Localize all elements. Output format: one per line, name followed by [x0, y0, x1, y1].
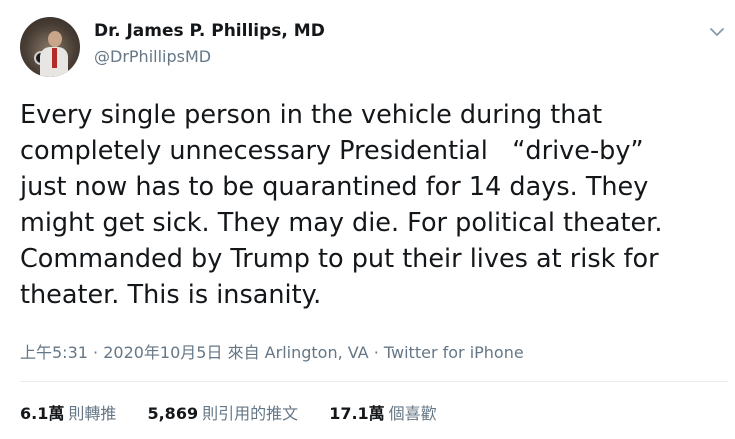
likes-label: 個喜歡: [388, 404, 437, 423]
tweet-date[interactable]: 2020年10月5日: [103, 343, 222, 362]
quotes-count: 5,869: [147, 404, 199, 423]
engagement-stats: 6.1萬 則轉推 5,869 則引用的推文 17.1萬 個喜歡: [20, 400, 463, 424]
from-label: 來自: [227, 343, 260, 362]
tie-graphic: [52, 48, 57, 68]
likes-count: 17.1萬: [329, 404, 385, 423]
separator-dot: ·: [373, 343, 384, 362]
retweets-label: 則轉推: [68, 404, 117, 423]
tweet-line: might get sick. They may die. For politi…: [20, 208, 663, 238]
retweets-count: 6.1萬: [20, 404, 65, 423]
author-name[interactable]: Dr. James P. Phillips, MD: [94, 21, 325, 41]
chevron-down-icon[interactable]: [707, 22, 727, 42]
tweet-location[interactable]: Arlington, VA: [265, 343, 369, 362]
tweet-line: just now has to be quarantined for 14 da…: [20, 172, 649, 202]
likes-stat[interactable]: 17.1萬 個喜歡: [329, 400, 437, 424]
avatar[interactable]: [20, 17, 80, 77]
tweet-line: Commanded by Trump to put their lives at…: [20, 244, 659, 274]
divider: [20, 381, 728, 382]
tweet-card: Dr. James P. Phillips, MD @DrPhillipsMD …: [0, 0, 735, 439]
author-handle[interactable]: @DrPhillipsMD: [94, 47, 211, 66]
tweet-source[interactable]: Twitter for iPhone: [384, 343, 524, 362]
separator-dot: ·: [93, 343, 104, 362]
quotes-label: 則引用的推文: [202, 404, 299, 423]
retweets-stat[interactable]: 6.1萬 則轉推: [20, 400, 116, 424]
tweet-line: completely unnecessary Presidential “dri…: [20, 136, 644, 166]
tweet-text: Every single person in the vehicle durin…: [20, 97, 720, 313]
head-graphic: [48, 31, 62, 47]
tweet-time[interactable]: 上午5:31: [20, 343, 88, 362]
tweet-meta: 上午5:31 · 2020年10月5日 來自 Arlington, VA · T…: [20, 339, 524, 363]
quotes-stat[interactable]: 5,869 則引用的推文: [147, 400, 298, 424]
tweet-line: Every single person in the vehicle durin…: [20, 100, 603, 130]
tweet-line: theater. This is insanity.: [20, 280, 322, 310]
